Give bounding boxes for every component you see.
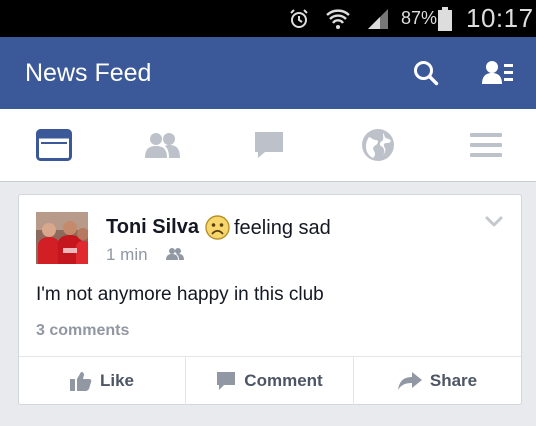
post-card: Toni Silva feeling sad 1 min I'm not any… <box>18 194 522 405</box>
comment-button[interactable]: Comment <box>186 357 354 405</box>
share-label: Share <box>429 371 478 390</box>
search-icon <box>414 61 439 86</box>
comment-label: Comment <box>244 371 323 390</box>
share-button[interactable]: Share <box>354 357 521 405</box>
clock-time: 10:17 <box>466 3 534 33</box>
post-text: I'm not anymore happy in this club <box>36 284 324 305</box>
page-title: News Feed <box>25 59 152 87</box>
friend-requests-button[interactable] <box>478 37 518 109</box>
status-bar: 87% 10:17 <box>0 0 536 37</box>
feeling-text: feeling sad <box>234 217 331 239</box>
friend-requests-icon <box>482 61 513 84</box>
tab-news-feed[interactable] <box>24 109 84 181</box>
search-button[interactable] <box>406 37 446 109</box>
globe-icon <box>362 129 394 161</box>
tab-more[interactable] <box>456 109 516 181</box>
tab-messages[interactable] <box>239 109 299 181</box>
avatar[interactable] <box>36 212 88 264</box>
post-timestamp[interactable]: 1 min <box>106 245 148 265</box>
thumbs-up-icon <box>69 372 92 391</box>
messages-icon <box>255 132 283 158</box>
signal-icon <box>366 0 390 37</box>
battery-percent: 87% <box>401 8 438 28</box>
comments-count-link[interactable]: 3 comments <box>36 322 129 340</box>
news-feed-icon <box>36 129 72 161</box>
friends-icon <box>145 133 180 158</box>
tab-notifications[interactable] <box>348 109 408 181</box>
post-options-button[interactable] <box>485 215 503 233</box>
share-arrow-icon <box>397 372 422 390</box>
battery-icon <box>437 0 453 37</box>
app-header: News Feed <box>0 37 536 109</box>
menu-icon <box>470 133 502 157</box>
comment-icon <box>217 372 236 390</box>
post-author[interactable]: Toni Silva <box>106 216 199 239</box>
post-action-bar: Like Comment Share <box>19 356 521 405</box>
like-label: Like <box>99 371 135 390</box>
friends-audience-icon <box>166 247 184 266</box>
tab-friends[interactable] <box>132 109 192 181</box>
wifi-icon <box>325 0 351 37</box>
tab-bar <box>0 109 536 182</box>
chevron-down-icon <box>485 216 503 227</box>
sad-face-icon <box>205 215 230 240</box>
like-button[interactable]: Like <box>19 357 186 405</box>
alarm-icon <box>288 0 310 37</box>
